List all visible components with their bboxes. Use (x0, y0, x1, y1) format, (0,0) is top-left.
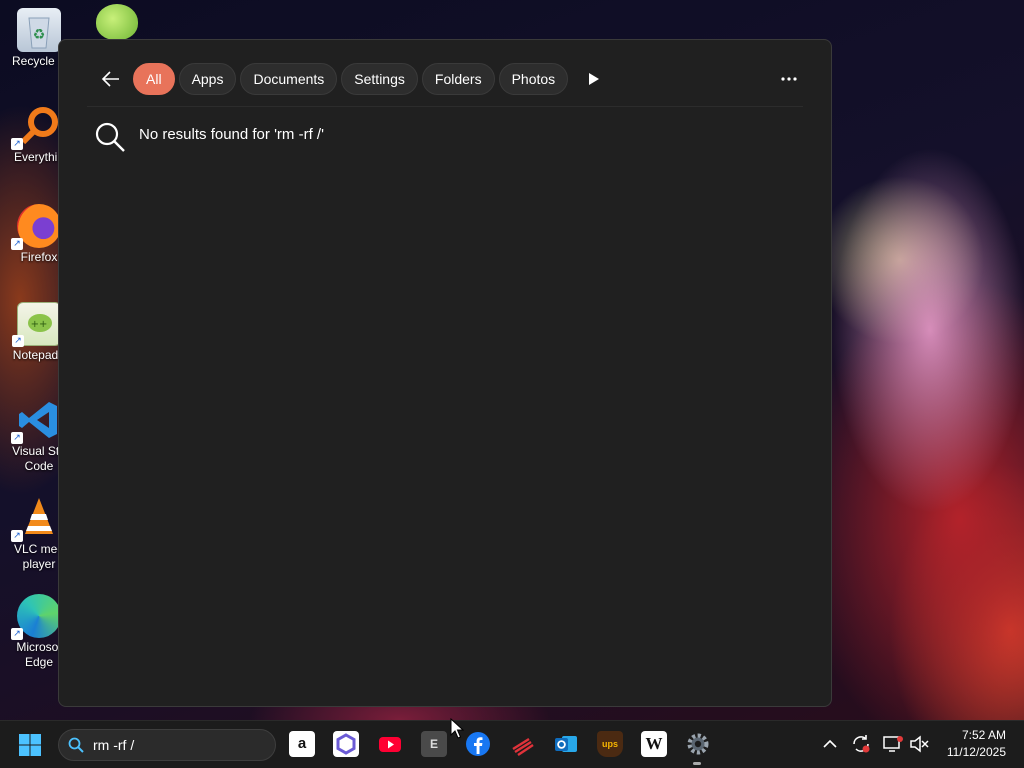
show-hidden-icons-button[interactable] (819, 733, 841, 755)
more-filters-button[interactable] (578, 63, 610, 95)
facebook-icon (466, 732, 490, 756)
start-button[interactable] (16, 731, 44, 759)
outlook-icon (555, 736, 577, 752)
taskbar-app-youtube[interactable] (377, 731, 403, 757)
shortcut-arrow-icon: ↗ (11, 628, 23, 640)
search-results-panel: All Apps Documents Settings Folders Phot… (58, 39, 832, 707)
tray-volume-button[interactable] (908, 733, 930, 755)
filter-documents[interactable]: Documents (240, 63, 338, 95)
lime-app-icon[interactable] (96, 4, 138, 40)
taskbar-app-stream[interactable] (509, 731, 535, 757)
sync-alert-icon (853, 735, 870, 753)
mouse-cursor-icon (450, 718, 464, 739)
no-results-message: No results found for 'rm -rf /' (93, 120, 324, 154)
taskbar-app-facebook[interactable] (465, 731, 491, 757)
display-icon (883, 736, 903, 752)
volume-muted-icon (910, 735, 929, 753)
taskbar-app-amazon[interactable]: a (289, 731, 315, 757)
shortcut-arrow-icon: ↗ (12, 335, 24, 347)
edge-icon: ↗ (11, 594, 61, 640)
taskbar-app-ups[interactable]: ups (597, 731, 623, 757)
back-arrow-icon (101, 71, 119, 87)
filter-settings[interactable]: Settings (341, 63, 418, 95)
vlc-cone-icon: ↗ (11, 496, 61, 542)
youtube-icon (379, 737, 401, 752)
settings-gear-icon (687, 733, 709, 755)
svg-text:++: ++ (31, 319, 48, 330)
ellipsis-icon (781, 77, 797, 81)
taskbar-app-settings[interactable] (685, 731, 711, 757)
filter-photos[interactable]: Photos (498, 63, 569, 95)
wikipedia-icon: W (645, 734, 663, 753)
play-arrow-icon (589, 73, 600, 85)
shortcut-arrow-icon: ↗ (11, 530, 23, 542)
taskbar-search-input[interactable] (93, 735, 263, 755)
shortcut-arrow-icon: ↗ (11, 432, 23, 444)
taskbar-clock[interactable]: 7:52 AM 11/12/2025 (947, 727, 1006, 761)
clock-time: 7:52 AM (961, 728, 1006, 742)
windows-logo-icon (19, 734, 41, 756)
taskbar-app-outlook[interactable] (553, 731, 579, 757)
amazon-icon: a (297, 735, 307, 752)
stream-icon (512, 737, 534, 756)
vscode-icon: ↗ (11, 398, 61, 444)
ups-icon: ups (601, 739, 618, 749)
recycle-bin-icon: ♻ (17, 8, 61, 52)
filter-folders[interactable]: Folders (421, 63, 495, 95)
tray-display-button[interactable] (882, 733, 904, 755)
active-app-indicator (693, 762, 701, 765)
filter-divider (87, 106, 803, 107)
tray-sync-button[interactable] (850, 733, 872, 755)
taskbar-app-copilot[interactable] (333, 731, 359, 757)
epic-icon: E (429, 737, 438, 751)
filter-all[interactable]: All (133, 63, 175, 95)
taskbar-app-wikipedia[interactable]: W (641, 731, 667, 757)
search-filter-bar: All Apps Documents Settings Folders Phot… (95, 62, 610, 96)
svg-text:♻: ♻ (33, 27, 46, 43)
shortcut-arrow-icon: ↗ (11, 138, 23, 150)
clock-date: 11/12/2025 (946, 745, 1006, 759)
everything-icon: ↗ (11, 104, 61, 150)
filter-apps[interactable]: Apps (178, 63, 237, 95)
more-options-button[interactable] (773, 64, 805, 94)
search-magnifier-icon (95, 122, 125, 152)
search-icon (68, 737, 84, 753)
taskbar: a E ups W 7:52 AM 11/12/2025 (0, 720, 1024, 768)
taskbar-search-box[interactable] (58, 729, 276, 761)
chevron-up-icon (823, 739, 837, 748)
shortcut-arrow-icon: ↗ (11, 238, 23, 250)
firefox-icon: ↗ (11, 204, 61, 250)
taskbar-app-epic[interactable]: E (421, 731, 447, 757)
copilot-icon (336, 733, 356, 755)
back-button[interactable] (95, 63, 127, 95)
no-results-text: No results found for 'rm -rf /' (139, 125, 324, 143)
notepad-plus-plus-icon: ++ ↗ (12, 302, 61, 347)
